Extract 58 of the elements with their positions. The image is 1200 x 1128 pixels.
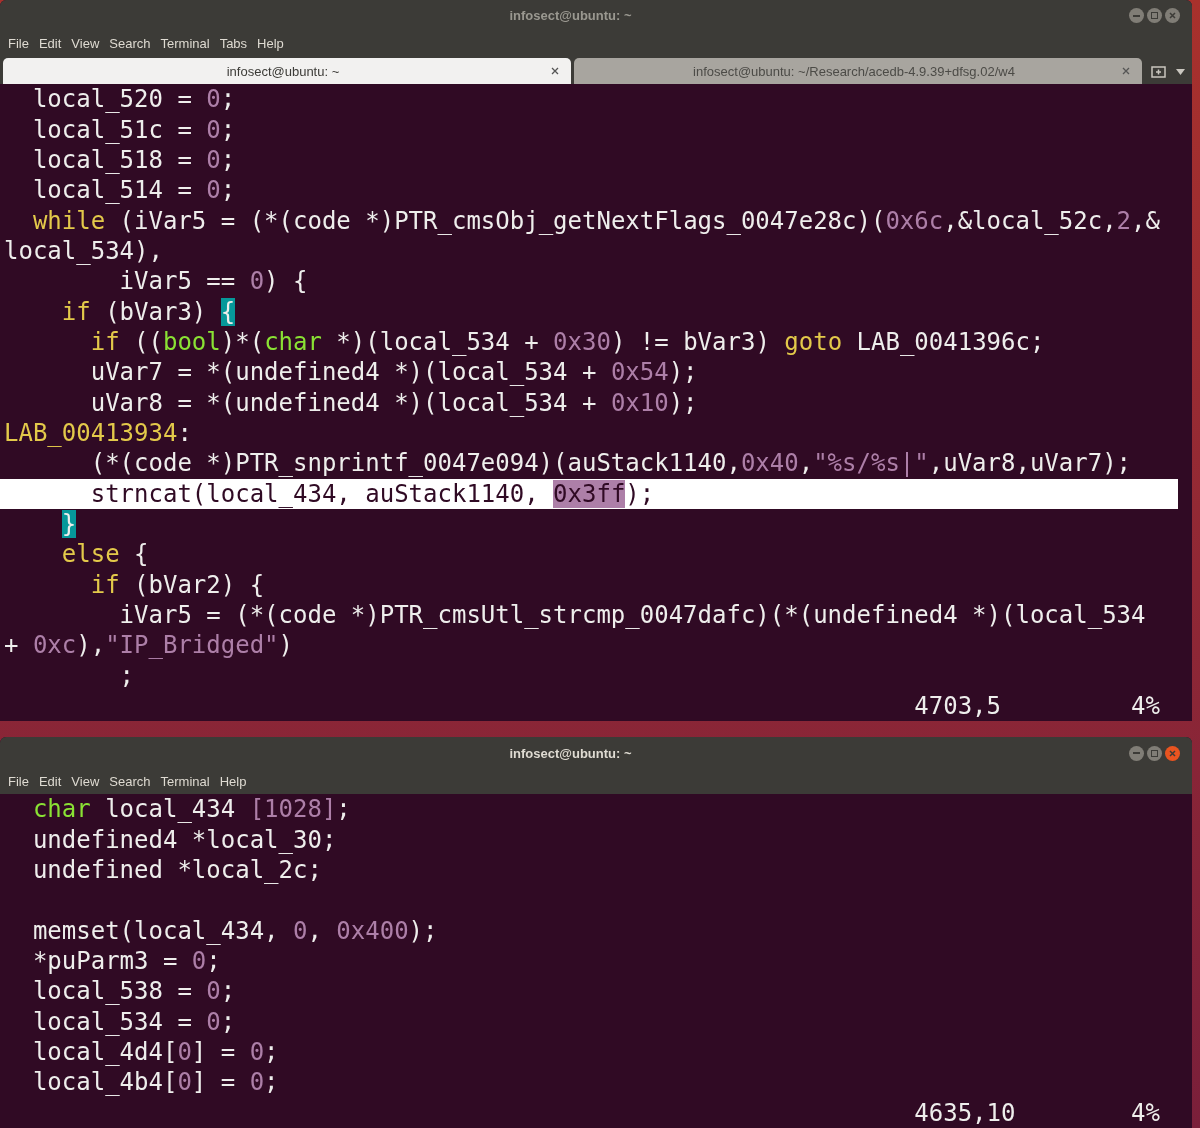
code-line: if (bVar3) { [60,296,237,328]
close-icon[interactable] [1165,8,1180,24]
window-title: infosect@ubuntu: ~ [508,7,633,26]
menu-item[interactable]: File [8,34,29,54]
close-icon[interactable] [1122,67,1130,76]
menu-item[interactable]: Help [219,772,247,792]
code-line: local_4d4[0] = 0; [31,1037,280,1068]
minimize-icon[interactable] [1129,8,1144,24]
code-line: iVar5 == 0) { [118,266,309,297]
code-line: local_4b4[0] = 0; [31,1067,280,1098]
code-line: ; [118,660,136,692]
code-line: + 0xc),"IP_Bridged") [3,630,294,661]
maximize-icon[interactable] [1147,745,1162,761]
code-line: LAB_00413934: [3,418,193,449]
cursor-position: 4703,5 [914,691,1002,722]
tab[interactable]: infosect@ubuntu: ~/Research/acedb-4.9.39+dfsg.02/w4 [574,58,1142,85]
caret-icon[interactable] [1176,69,1185,76]
menu-item[interactable]: Search [109,772,151,792]
menu-item[interactable]: Terminal [160,772,210,792]
code-line: undefined *local_2c; [31,855,323,886]
code-line: else { [60,539,150,570]
code-line: local_534 = 0; [31,1006,237,1037]
menu-item[interactable]: Edit [38,34,62,54]
code-line: if (bVar2) { [89,569,266,601]
code-line: local_538 = 0; [31,976,237,1007]
code-line: *puParm3 = 0; [31,946,222,977]
menu-item[interactable]: Tabs [219,34,248,54]
code-line: local_534), [3,236,164,267]
tab[interactable]: infosect@ubuntu: ~ [3,58,571,85]
code-line: char local_434 [1028]; [31,794,352,825]
code-line: (*(code *)PTR_snprintf_0047e094)(auStack1140,0x40,"%s/%s|",uVar8,uVar7); [89,448,1133,479]
scroll-percent: 4% [1131,691,1160,722]
menu-item[interactable]: Terminal [160,34,210,54]
close-icon[interactable] [551,67,559,76]
code-line: local_51c = 0; [31,114,237,146]
menu-item[interactable]: View [71,772,100,792]
scroll-percent: 4% [1131,1097,1160,1128]
cursor-position: 4635,10 [914,1097,1017,1128]
close-icon[interactable] [1165,745,1180,761]
code-line: iVar5 = (*(code *)PTR_cmsUtl_strcmp_0047dafc)(*(undefined4 *)(local_534 [118,600,1147,631]
code-line: undefined4 *local_30; [31,824,338,856]
code-line: local_520 = 0; [31,84,237,115]
menu-item[interactable]: File [8,772,29,792]
menu-item[interactable]: Edit [38,772,62,792]
menu-item[interactable]: Help [257,34,284,54]
new-tab-icon[interactable] [1151,64,1167,79]
code-line: while (iVar5 = (*(code *)PTR_cmsObj_getNextFlags_0047e28c)(0x6c,&local_52c,2,& [31,205,1161,237]
code-line: uVar8 = *(undefined4 *)(local_534 + 0x10); [89,387,699,419]
code-line: uVar7 = *(undefined4 *)(local_534 + 0x54); [89,357,699,388]
maximize-icon[interactable] [1147,8,1162,24]
code-line: local_518 = 0; [31,145,237,176]
code-line: memset(local_434, 0, 0x400); [31,915,439,946]
window-title: infosect@ubuntu: ~ [508,744,633,763]
menu-item[interactable]: View [71,34,100,54]
minimize-icon[interactable] [1129,745,1144,761]
code-line: if ((bool)*(char *)(local_534 + 0x30) != bVar3) goto LAB_0041396c; [89,327,1046,358]
code-line: local_514 = 0; [31,175,237,206]
menu-item[interactable]: Search [109,34,151,54]
